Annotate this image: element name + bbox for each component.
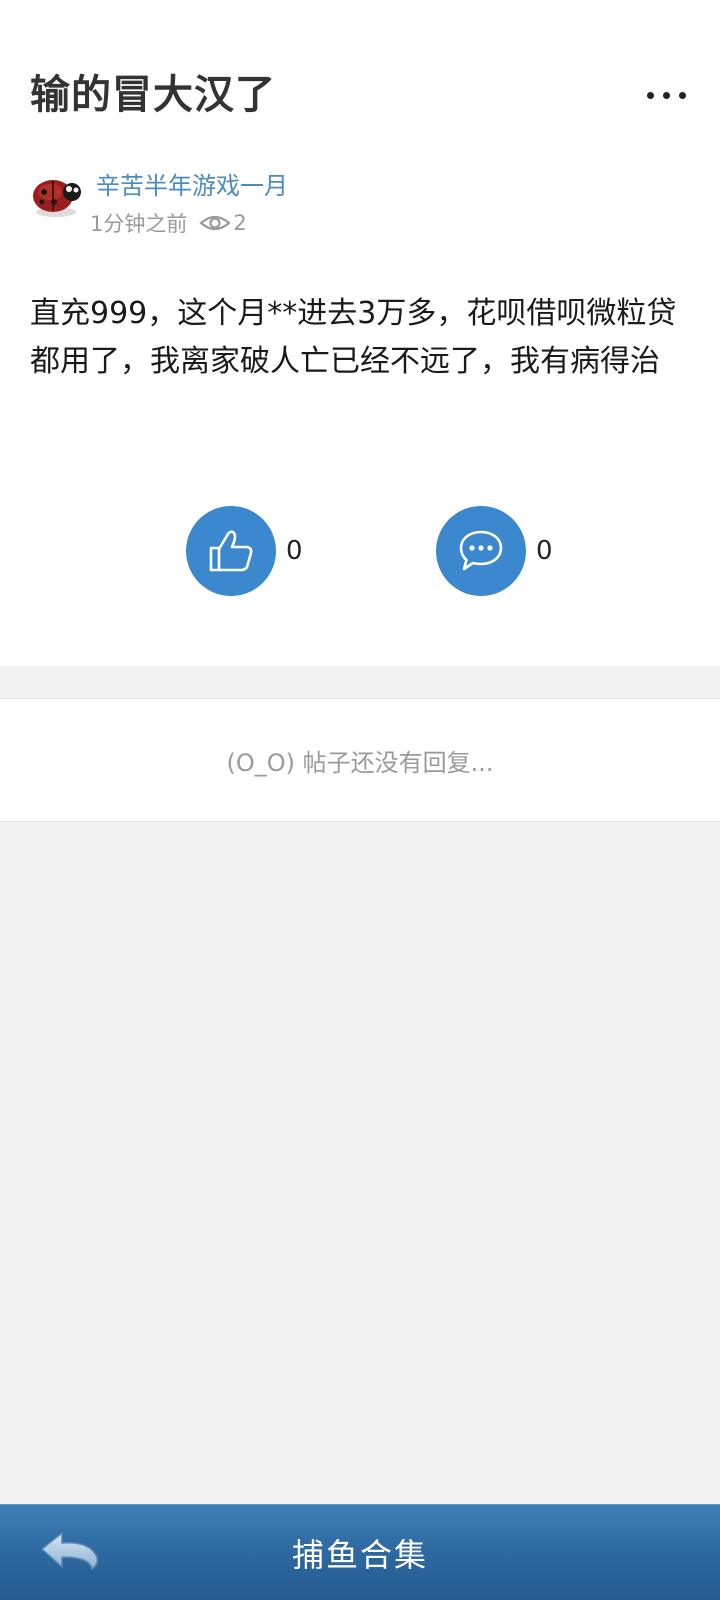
post-card: 输的冒大汉了 辛苦半年游戏一月 1分钟之前 2 直充999，这个月**进去3万多… <box>0 0 720 666</box>
post-meta: 1分钟之前 2 <box>90 208 247 238</box>
post-title: 输的冒大汉了 <box>30 72 276 118</box>
chat-bubble-icon <box>459 530 503 571</box>
section-title: 捕鱼合集 <box>291 1536 428 1574</box>
view-count: 2 <box>233 211 247 235</box>
ladybug-avatar-icon <box>33 180 81 217</box>
like-count: 0 <box>286 536 303 566</box>
comment-button[interactable] <box>436 506 526 596</box>
empty-replies-text: (O_O) 帖子还没有回复... <box>226 748 494 777</box>
reply-section: (O_O) 帖子还没有回复... <box>0 698 720 822</box>
thumbs-up-icon <box>209 530 253 572</box>
comment-count: 0 <box>536 536 553 566</box>
more-dots-icon <box>678 91 686 99</box>
post-time: 1分钟之前 <box>90 212 188 236</box>
like-button[interactable] <box>186 506 276 596</box>
post-body: 直充999，这个月**进去3万多，花呗借呗微粒贷都用了，我离家破人亡已经不远了，… <box>30 296 677 379</box>
more-dots-icon <box>662 91 670 99</box>
like-action: 0 <box>186 506 303 596</box>
more-dots-icon <box>646 91 654 99</box>
author-name-link[interactable]: 辛苦半年游戏一月 <box>96 166 288 201</box>
eye-icon <box>199 215 232 231</box>
avatar[interactable] <box>30 172 82 220</box>
bottom-nav-bar: 捕鱼合集 <box>0 1504 720 1600</box>
more-menu-button[interactable] <box>636 80 696 110</box>
comment-action: 0 <box>436 506 553 596</box>
